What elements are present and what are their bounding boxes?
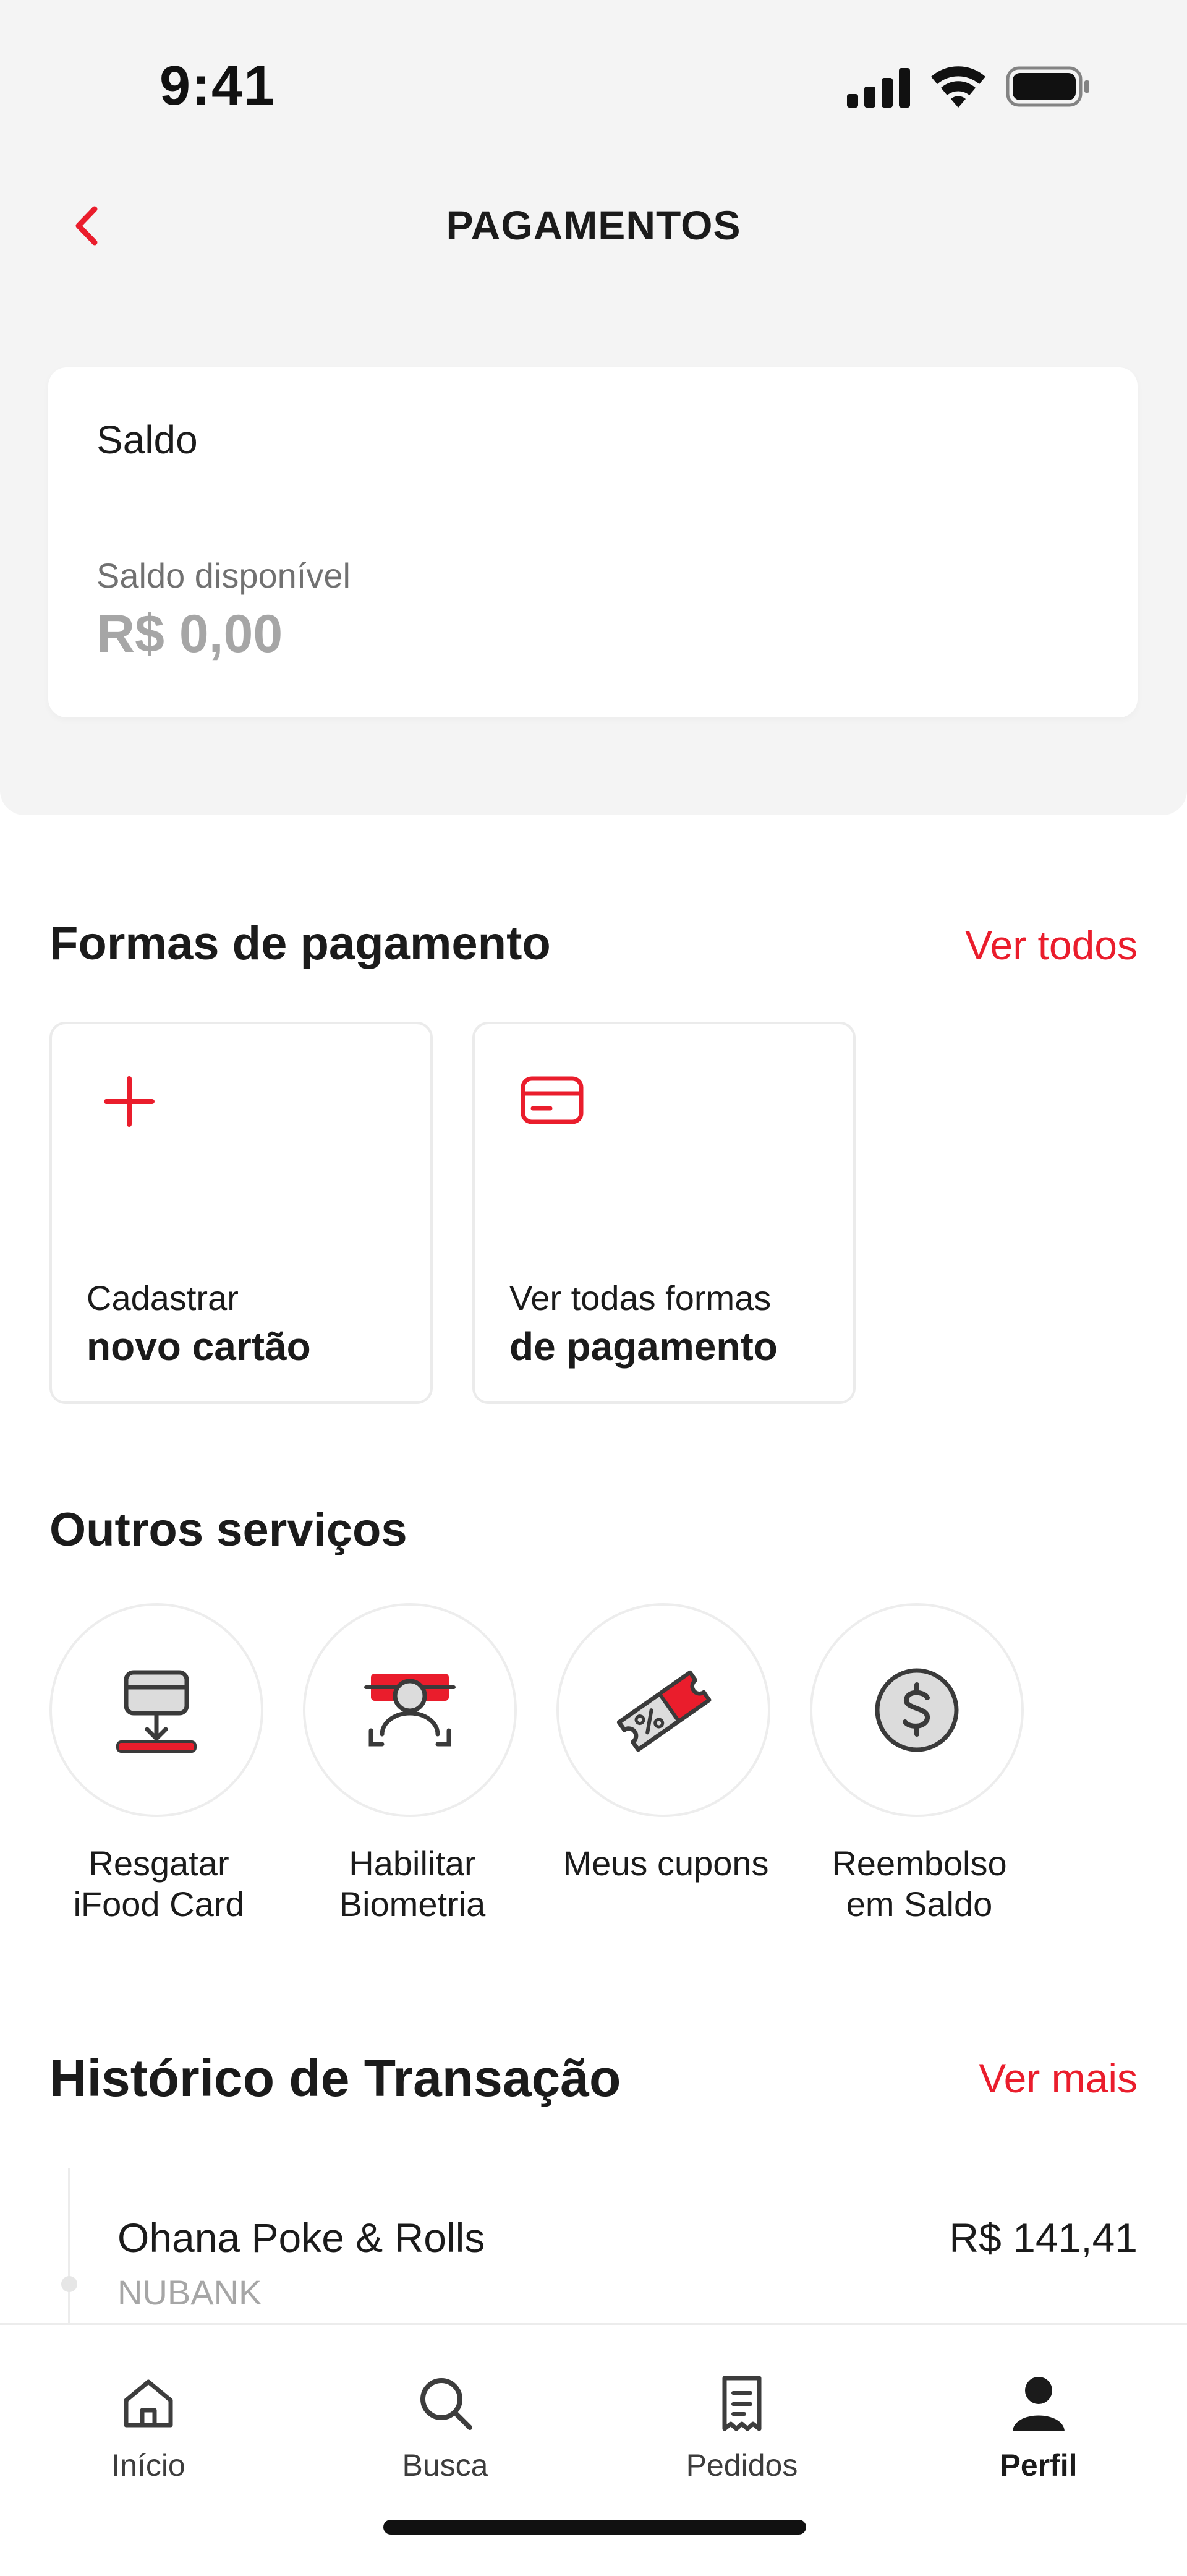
- add-card-line2: novo cartão: [87, 1324, 311, 1369]
- service-icon-circle: [810, 1603, 1024, 1817]
- my-coupons-button[interactable]: Meus cupons: [556, 1603, 775, 1949]
- bottom-navigation: Início Busca Pedidos Perfil: [0, 2323, 1187, 2576]
- home-icon: [124, 2379, 173, 2428]
- transaction-history-title: Histórico de Transação: [49, 2049, 621, 2107]
- transaction-amount: R$ 141,41: [949, 2215, 1138, 2261]
- see-all-payment-line2: de pagamento: [509, 1324, 778, 1369]
- nav-label: Busca: [402, 2448, 488, 2483]
- receipt-icon: [722, 2376, 762, 2431]
- dollar-coin-icon: [875, 1668, 959, 1752]
- coupon-icon: [616, 1670, 712, 1752]
- service-icon-circle: [556, 1603, 770, 1817]
- see-all-payment-methods-button[interactable]: Ver todas formas de pagamento: [472, 1022, 856, 1404]
- redeem-ifood-card-button[interactable]: Resgatar iFood Card: [49, 1603, 268, 1949]
- refund-to-balance-button[interactable]: Reembolso em Saldo: [810, 1603, 1029, 1949]
- service-label: Habilitar Biometria: [339, 1844, 486, 1923]
- nav-label: Perfil: [1000, 2448, 1078, 2483]
- search-icon: [420, 2378, 472, 2430]
- balance-title: Saldo: [96, 417, 198, 462]
- nav-orders[interactable]: Pedidos: [649, 2347, 835, 2483]
- nav-profile[interactable]: Perfil: [946, 2347, 1131, 2483]
- see-more-transactions-link[interactable]: Ver mais: [979, 2055, 1138, 2102]
- payment-methods-title: Formas de pagamento: [49, 917, 551, 970]
- page-title: PAGAMENTOS: [446, 202, 741, 248]
- service-icon-circle: [303, 1603, 517, 1817]
- balance-card[interactable]: Saldo Saldo disponível R$ 0,00: [48, 367, 1138, 717]
- home-indicator: [383, 2520, 806, 2535]
- transaction-merchant[interactable]: Ohana Poke & Rolls: [117, 2214, 485, 2261]
- see-all-payment-line1: Ver todas formas: [509, 1278, 772, 1317]
- nav-home[interactable]: Início: [56, 2347, 241, 2483]
- add-card-button[interactable]: Cadastrar novo cartão: [49, 1022, 433, 1404]
- status-time: 9:41: [160, 55, 276, 117]
- face-biometry-icon: [364, 1674, 456, 1747]
- service-icon-circle: [49, 1603, 263, 1817]
- balance-value: R$ 0,00: [96, 604, 283, 664]
- service-label: Reembolso em Saldo: [832, 1844, 1007, 1923]
- credit-card-icon: [521, 1076, 584, 1124]
- transaction-method: NUBANK: [117, 2273, 262, 2312]
- service-label: Meus cupons: [563, 1844, 769, 1883]
- wifi-icon: [931, 66, 985, 108]
- other-services-title: Outros serviços: [49, 1504, 407, 1556]
- status-icons: [847, 66, 1089, 108]
- gift-card-redeem-icon: [116, 1670, 197, 1753]
- service-label: Resgatar iFood Card: [73, 1844, 245, 1923]
- balance-label: Saldo disponível: [96, 556, 351, 595]
- add-card-line1: Cadastrar: [87, 1278, 239, 1317]
- user-icon: [1013, 2377, 1065, 2431]
- nav-search[interactable]: Busca: [352, 2347, 538, 2483]
- battery-icon: [1006, 66, 1089, 107]
- timeline-line: [68, 2168, 70, 2323]
- plus-icon: [104, 1076, 155, 1127]
- cellular-signal-icon: [847, 68, 910, 108]
- nav-label: Pedidos: [686, 2448, 798, 2483]
- enable-biometry-button[interactable]: Habilitar Biometria: [303, 1603, 522, 1949]
- nav-label: Início: [111, 2448, 185, 2483]
- see-all-payments-link[interactable]: Ver todos: [965, 922, 1138, 969]
- timeline-dot: [61, 2276, 77, 2292]
